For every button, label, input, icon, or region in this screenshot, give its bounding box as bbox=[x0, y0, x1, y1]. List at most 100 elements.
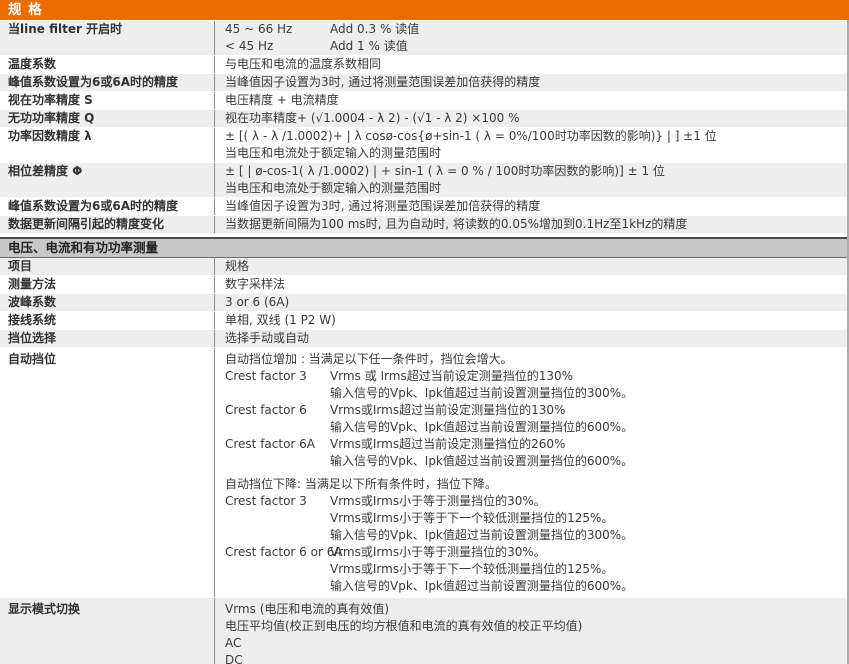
spec-sheet-page: 规 格 当line filter 开启时 45 ~ 66 HzAdd 0.3 %… bbox=[0, 0, 849, 664]
table-row: 峰值系数设置为6或6A时的精度 当峰值因子设置为3时, 通过将测量范围误差加倍获… bbox=[0, 74, 849, 92]
spec-label-text: 自动挡位 bbox=[8, 351, 204, 368]
table-row: 当line filter 开启时 45 ~ 66 HzAdd 0.3 % 读值 … bbox=[0, 21, 849, 56]
value-line: 45 ~ 66 HzAdd 0.3 % 读值 bbox=[225, 21, 839, 38]
value-line: ± [ | ø-cos-1( λ /1.0002) | + sin-1 ( λ … bbox=[225, 163, 839, 180]
spec-label: 显示模式切换 bbox=[0, 598, 215, 664]
value-line: 当数据更新间隔为100 ms时, 且为自动时, 将读数的0.05%增加到0.1H… bbox=[225, 216, 839, 233]
spec-value: 当数据更新间隔为100 ms时, 且为自动时, 将读数的0.05%增加到0.1H… bbox=[215, 216, 849, 233]
table-row: 挡位选择 选择手动或自动 bbox=[0, 330, 849, 348]
spec-label: 功率因数精度 λ bbox=[0, 128, 215, 162]
spec-label-text: 功率因数精度 λ bbox=[8, 128, 204, 145]
condition-line: Crest factor 6AVrms或Irms超过当前设定测量挡位的260% bbox=[225, 436, 839, 453]
condition-line: 输入信号的Vpk、Ipk值超过当前设置测量挡位的600%。 bbox=[225, 453, 839, 470]
spec-value: 电压精度 + 电流精度 bbox=[215, 92, 849, 109]
spec-value: 3 or 6 (6A) bbox=[215, 294, 849, 311]
condition-text: Vrms或Irms超过当前设定测量挡位的260% bbox=[330, 437, 565, 451]
section-title-bar: 规 格 bbox=[0, 0, 849, 20]
spec-label-text: 波峰系数 bbox=[8, 294, 204, 311]
value-line: 3 or 6 (6A) bbox=[225, 294, 839, 311]
value-line: 电压精度 + 电流精度 bbox=[225, 92, 839, 109]
table-row-display-mode: 显示模式切换 Vrms (电压和电流的真有效值) 电压平均值(校正到电压的均方根… bbox=[0, 598, 849, 664]
table-row: 峰值系数设置为6或6A时的精度 当峰值因子设置为3时, 通过将测量范围误差加倍获… bbox=[0, 198, 849, 216]
value-line: 选择手动或自动 bbox=[225, 330, 839, 347]
condition-line: Crest factor 6 or 6AVrms或Irms小于等于测量挡位的30… bbox=[225, 544, 839, 561]
spec-label-text: 峰值系数设置为6或6A时的精度 bbox=[8, 74, 204, 91]
table-row: 接线系统 单相, 双线 (1 P2 W) bbox=[0, 312, 849, 330]
spec-label-text: 显示模式切换 bbox=[8, 601, 204, 618]
value-col1: < 45 Hz bbox=[225, 38, 330, 55]
crest-factor-label: Crest factor 3 bbox=[225, 368, 330, 385]
condition-text: Vrms 或 Irms超过当前设定测量挡位的130% bbox=[330, 369, 573, 383]
table-row: 相位差精度 Φ ± [ | ø-cos-1( λ /1.0002) | + si… bbox=[0, 163, 849, 198]
table-row: 数据更新间隔引起的精度变化 当数据更新间隔为100 ms时, 且为自动时, 将读… bbox=[0, 216, 849, 234]
value-col1: 45 ~ 66 Hz bbox=[225, 21, 330, 38]
condition-text: 输入信号的Vpk、Ipk值超过当前设置测量挡位的300%。 bbox=[330, 528, 633, 542]
section-header-bar: 电压、电流和有功功率测量 bbox=[0, 237, 849, 258]
page-title: 规 格 bbox=[8, 2, 43, 18]
spec-value: 规格 bbox=[215, 258, 849, 275]
spec-label-text: 项目 bbox=[8, 258, 204, 275]
spec-label-text: 峰值系数设置为6或6A时的精度 bbox=[8, 198, 204, 215]
spec-label: 温度系数 bbox=[0, 56, 215, 73]
spec-label: 接线系统 bbox=[0, 312, 215, 329]
spec-label: 测量方法 bbox=[0, 276, 215, 293]
spec-label-text: 测量方法 bbox=[8, 276, 204, 293]
value-line: 当峰值因子设置为3时, 通过将测量范围误差加倍获得的精度 bbox=[225, 198, 839, 215]
value-line: 当电压和电流处于额定输入的测量范围时 bbox=[225, 180, 839, 197]
condition-text: Vrms或Irms小于等于测量挡位的30%。 bbox=[330, 545, 546, 559]
condition-line: Vrms或Irms小于等于下一个较低测量挡位的125%。 bbox=[225, 510, 839, 527]
spec-label: 峰值系数设置为6或6A时的精度 bbox=[0, 198, 215, 215]
table-row: 视在功率精度 S 电压精度 + 电流精度 bbox=[0, 92, 849, 110]
value-line: 规格 bbox=[225, 258, 839, 275]
spec-value: 与电压和电流的温度系数相同 bbox=[215, 56, 849, 73]
value-col2: Add 1 % 读值 bbox=[330, 39, 408, 53]
value-line: 与电压和电流的温度系数相同 bbox=[225, 56, 839, 73]
value-line: AC bbox=[225, 635, 839, 652]
spec-label: 当line filter 开启时 bbox=[0, 21, 215, 55]
spec-label-text: 视在功率精度 S bbox=[8, 92, 204, 109]
value-line: ± [( λ - λ /1.0002)+ | λ cosø-cos{ø+sin-… bbox=[225, 128, 839, 145]
spec-label: 视在功率精度 S bbox=[0, 92, 215, 109]
condition-text: 输入信号的Vpk、Ipk值超过当前设置测量挡位的600%。 bbox=[330, 454, 633, 468]
section-title: 电压、电流和有功功率测量 bbox=[8, 240, 158, 255]
auto-range-decrease-intro: 自动挡位下降: 当满足以下所有条件时，挡位下降。 bbox=[225, 476, 839, 493]
condition-line: 输入信号的Vpk、Ipk值超过当前设置测量挡位的300%。 bbox=[225, 527, 839, 544]
spec-label: 项目 bbox=[0, 258, 215, 275]
table-row-auto-range: 自动挡位 自动挡位增加 : 当满足以下任一条件时，挡位会增大。 Crest fa… bbox=[0, 348, 849, 598]
value-line: 当峰值因子设置为3时, 通过将测量范围误差加倍获得的精度 bbox=[225, 74, 839, 91]
spec-label-text: 当line filter 开启时 bbox=[8, 21, 204, 38]
spec-label-text: 无功功率精度 Q bbox=[8, 110, 204, 127]
value-line: 单相, 双线 (1 P2 W) bbox=[225, 312, 839, 329]
spec-label-text: 接线系统 bbox=[8, 312, 204, 329]
value-line: 数字采样法 bbox=[225, 276, 839, 293]
spec-label-text: 相位差精度 Φ bbox=[8, 163, 204, 180]
condition-line: 输入信号的Vpk、Ipk值超过当前设置测量挡位的600%。 bbox=[225, 419, 839, 436]
spec-label: 相位差精度 Φ bbox=[0, 163, 215, 197]
table-row: 项目 规格 bbox=[0, 258, 849, 276]
condition-text: Vrms或Irms小于等于下一个较低测量挡位的125%。 bbox=[330, 562, 613, 576]
spec-label: 自动挡位 bbox=[0, 348, 215, 597]
spec-value: Vrms (电压和电流的真有效值) 电压平均值(校正到电压的均方根值和电流的真有… bbox=[215, 598, 849, 664]
spec-label: 波峰系数 bbox=[0, 294, 215, 311]
table-row: 测量方法 数字采样法 bbox=[0, 276, 849, 294]
spec-value: 选择手动或自动 bbox=[215, 330, 849, 347]
condition-text: Vrms或Irms小于等于下一个较低测量挡位的125%。 bbox=[330, 511, 613, 525]
spec-value: ± [( λ - λ /1.0002)+ | λ cosø-cos{ø+sin-… bbox=[215, 128, 849, 162]
condition-text: Vrms或Irms超过当前设定测量挡位的130% bbox=[330, 403, 565, 417]
value-line: 电压平均值(校正到电压的均方根值和电流的真有效值的校正平均值) bbox=[225, 618, 839, 635]
condition-line: Crest factor 3Vrms或Irms小于等于测量挡位的30%。 bbox=[225, 493, 839, 510]
spec-label: 数据更新间隔引起的精度变化 bbox=[0, 216, 215, 233]
condition-text: 输入信号的Vpk、Ipk值超过当前设置测量挡位的600%。 bbox=[330, 420, 633, 434]
value-line: 当电压和电流处于额定输入的测量范围时 bbox=[225, 145, 839, 162]
crest-factor-label: Crest factor 3 bbox=[225, 493, 330, 510]
spec-value: 视在功率精度+ (√1.0004 - λ 2) - (√1 - λ 2) ×10… bbox=[215, 110, 849, 127]
spec-label: 无功功率精度 Q bbox=[0, 110, 215, 127]
spec-label-text: 数据更新间隔引起的精度变化 bbox=[8, 216, 204, 233]
spec-label-text: 挡位选择 bbox=[8, 330, 204, 347]
condition-text: Vrms或Irms小于等于测量挡位的30%。 bbox=[330, 494, 546, 508]
value-line: 视在功率精度+ (√1.0004 - λ 2) - (√1 - λ 2) ×10… bbox=[225, 110, 839, 127]
crest-factor-label: Crest factor 6A bbox=[225, 436, 330, 453]
spec-value: 当峰值因子设置为3时, 通过将测量范围误差加倍获得的精度 bbox=[215, 74, 849, 91]
table-row: 温度系数 与电压和电流的温度系数相同 bbox=[0, 56, 849, 74]
spec-value: ± [ | ø-cos-1( λ /1.0002) | + sin-1 ( λ … bbox=[215, 163, 849, 197]
